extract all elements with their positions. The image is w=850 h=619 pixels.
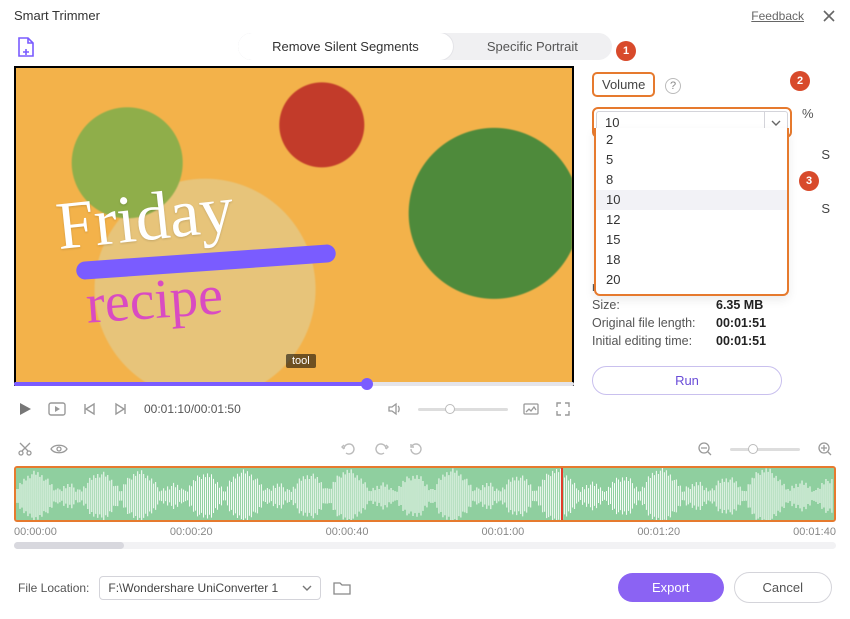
- zoom-out-icon[interactable]: [696, 440, 714, 458]
- init-edit-value: 00:01:51: [716, 334, 766, 348]
- ruler-tick: 00:01:00: [481, 526, 524, 538]
- annotation-1: 1: [616, 41, 636, 61]
- orig-length-value: 00:01:51: [716, 316, 766, 330]
- volume-option[interactable]: 18: [596, 250, 787, 270]
- volume-dropdown-list[interactable]: 2 5 8 10 12 15 18 20: [594, 128, 789, 296]
- chevron-down-icon: [302, 583, 312, 593]
- playback-time: 00:01:10/00:01:50: [144, 402, 241, 416]
- file-location-select[interactable]: F:\Wondershare UniConverter 1: [99, 576, 321, 600]
- timeline-scrollbar[interactable]: [14, 542, 836, 549]
- play-selection-icon[interactable]: [48, 400, 66, 418]
- volume-label: Volume: [592, 72, 655, 97]
- file-location-label: File Location:: [18, 581, 89, 595]
- volume-option[interactable]: 8: [596, 170, 787, 190]
- file-location-path: F:\Wondershare UniConverter 1: [108, 581, 278, 595]
- ruler-tick: 00:00:40: [326, 526, 369, 538]
- cut-icon[interactable]: [16, 440, 34, 458]
- size-value: 6.35 MB: [716, 298, 763, 312]
- prev-frame-icon[interactable]: [80, 400, 98, 418]
- init-edit-label: Initial editing time:: [592, 334, 704, 348]
- zoom-slider[interactable]: [730, 448, 800, 451]
- help-icon[interactable]: ?: [665, 78, 681, 94]
- tool-tag: tool: [286, 354, 316, 368]
- seek-slider[interactable]: [14, 382, 574, 386]
- ruler-tick: 00:00:20: [170, 526, 213, 538]
- snapshot-icon[interactable]: [522, 400, 540, 418]
- zoom-in-icon[interactable]: [816, 440, 834, 458]
- open-folder-icon[interactable]: [331, 577, 353, 599]
- volume-option[interactable]: 10: [596, 190, 787, 210]
- ruler-tick: 00:00:00: [14, 526, 57, 538]
- orig-length-label: Original file length:: [592, 316, 704, 330]
- run-button[interactable]: Run: [592, 366, 782, 395]
- suffix-S-2: S: [821, 201, 830, 216]
- timeline-playhead[interactable]: [561, 466, 563, 522]
- export-button[interactable]: Export: [618, 573, 724, 602]
- annotation-2: 2: [790, 71, 810, 91]
- volume-option[interactable]: 12: [596, 210, 787, 230]
- audio-waveform[interactable]: [14, 466, 836, 522]
- volume-slider[interactable]: [418, 408, 508, 411]
- video-preview[interactable]: Friday recipe tool: [14, 66, 574, 386]
- preview-eye-icon[interactable]: [50, 440, 68, 458]
- tab-remove-silent[interactable]: Remove Silent Segments: [238, 33, 453, 60]
- redo-icon[interactable]: [373, 440, 391, 458]
- feedback-link[interactable]: Feedback: [751, 9, 804, 23]
- size-label: Size:: [592, 298, 704, 312]
- reset-icon[interactable]: [407, 440, 425, 458]
- ruler-tick: 00:01:40: [793, 526, 836, 538]
- volume-option[interactable]: 20: [596, 270, 787, 290]
- volume-option[interactable]: 5: [596, 150, 787, 170]
- play-icon[interactable]: [16, 400, 34, 418]
- cancel-button[interactable]: Cancel: [734, 572, 832, 603]
- ruler-tick: 00:01:20: [637, 526, 680, 538]
- percent-label: %: [802, 106, 814, 121]
- tab-specific-portrait[interactable]: Specific Portrait: [453, 33, 612, 60]
- volume-option[interactable]: 2: [596, 130, 787, 150]
- add-file-icon[interactable]: [14, 35, 38, 59]
- overlay-text-recipe: recipe: [84, 263, 225, 336]
- volume-icon[interactable]: [386, 400, 404, 418]
- window-title: Smart Trimmer: [14, 8, 100, 23]
- volume-option[interactable]: 15: [596, 230, 787, 250]
- suffix-S-1: S: [821, 147, 830, 162]
- fullscreen-icon[interactable]: [554, 400, 572, 418]
- annotation-3: 3: [799, 171, 819, 191]
- close-icon[interactable]: [822, 9, 836, 23]
- next-frame-icon[interactable]: [112, 400, 130, 418]
- undo-icon[interactable]: [339, 440, 357, 458]
